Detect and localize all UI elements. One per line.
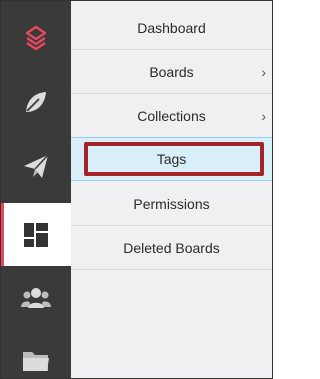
logo-button[interactable] <box>1 9 71 67</box>
sidebar-item-leaf[interactable] <box>1 73 71 131</box>
menu-item-tags[interactable]: Tags <box>71 137 272 181</box>
menu-item-label: Boards <box>149 63 194 80</box>
paper-plane-icon <box>21 151 51 181</box>
menu-item-label: Permissions <box>133 195 210 212</box>
folder-icon <box>21 347 51 373</box>
sidebar-item-send[interactable] <box>1 137 71 195</box>
logo-icon <box>23 25 49 51</box>
menu-item-label: Collections <box>137 107 206 124</box>
menu-item-collections[interactable]: Collections › <box>71 94 272 138</box>
users-group-icon <box>21 286 51 310</box>
chevron-right-icon: › <box>261 63 266 80</box>
menu-item-dashboard[interactable]: Dashboard <box>71 6 272 50</box>
icon-sidebar <box>1 1 71 378</box>
app-frame: Dashboard Boards › Collections › Tags Pe… <box>0 0 273 379</box>
sidebar-item-folders[interactable] <box>1 331 71 378</box>
sidebar-item-dashboards[interactable] <box>1 203 71 266</box>
menu-item-label: Deleted Boards <box>123 239 220 256</box>
dashboard-grid-icon <box>23 222 49 248</box>
menu-item-boards[interactable]: Boards › <box>71 50 272 94</box>
leaf-icon <box>21 87 51 117</box>
chevron-right-icon: › <box>261 107 266 124</box>
submenu: Dashboard Boards › Collections › Tags Pe… <box>71 1 272 378</box>
menu-item-permissions[interactable]: Permissions <box>71 182 272 226</box>
sidebar-item-users[interactable] <box>1 269 71 327</box>
menu-item-label: Tags <box>156 151 187 167</box>
menu-item-deleted-boards[interactable]: Deleted Boards <box>71 226 272 270</box>
menu-item-label: Dashboard <box>137 19 206 36</box>
